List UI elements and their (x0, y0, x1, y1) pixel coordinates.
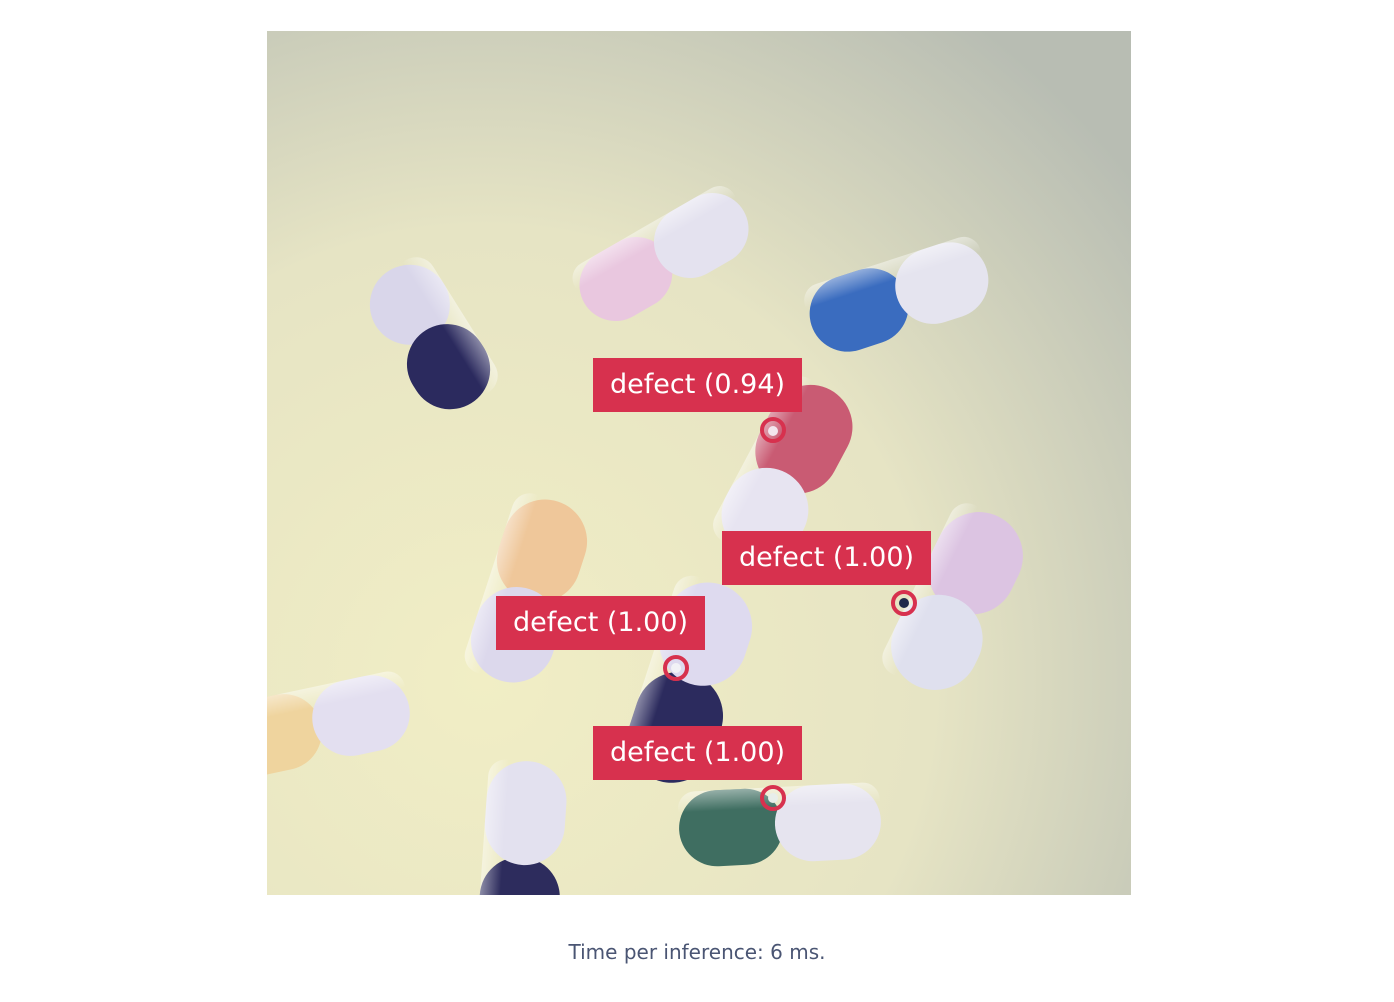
detection-marker (891, 590, 917, 616)
detection-label: defect (1.00) (496, 596, 706, 650)
detection-marker (663, 655, 689, 681)
inference-time-text: Time per inference: 6 ms. (568, 940, 826, 964)
detection-marker (760, 785, 786, 811)
page: defect (0.94) defect (1.00) defect (1.00… (0, 0, 1394, 1002)
detection-label: defect (0.94) (593, 358, 803, 412)
detection-label: defect (1.00) (722, 531, 932, 585)
detection-marker (760, 417, 786, 443)
detection-label: defect (1.00) (593, 726, 803, 780)
